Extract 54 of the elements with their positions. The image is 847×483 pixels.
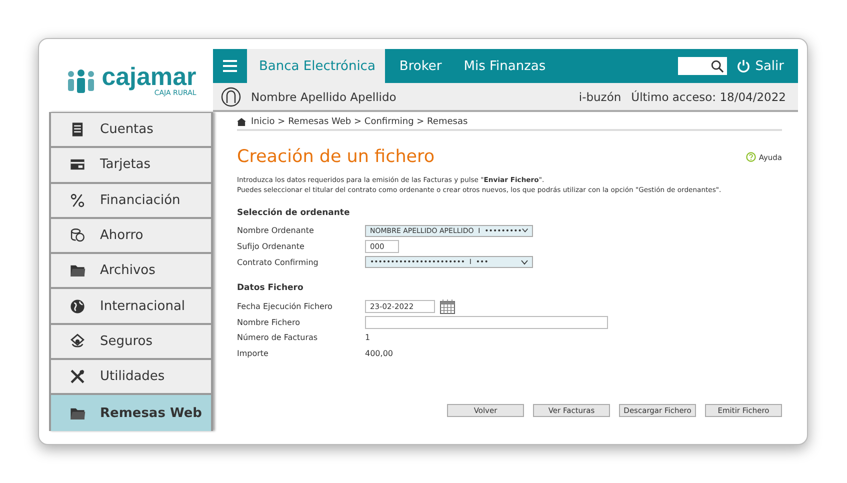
field-label: Fecha Ejecución Fichero xyxy=(237,302,334,311)
brand-name: cajamar xyxy=(102,64,196,90)
sidebar-label: Utilidades xyxy=(100,369,165,384)
field-label: Sufijo Ordenante xyxy=(237,242,306,252)
globe-icon xyxy=(69,298,86,315)
breadcrumb-trail: Inicio > Remesas Web > Confirming > Remesas xyxy=(251,117,468,127)
sidebar-label: Ahorro xyxy=(100,228,144,244)
sidebar-item[interactable]: Cuentas xyxy=(51,113,213,148)
coins-icon xyxy=(69,227,86,244)
input-field[interactable] xyxy=(365,316,608,329)
sidebar-label: Archivos xyxy=(100,263,156,278)
help-icon xyxy=(746,152,756,162)
user-name: Nombre Apellido Apellido xyxy=(251,90,396,104)
field-label: Importe xyxy=(237,349,270,358)
last-access: Último acceso: 18/04/2022 xyxy=(631,90,786,104)
field-label: Contrato Confirming xyxy=(237,258,320,267)
sidebar-item[interactable]: Utilidades xyxy=(51,360,213,396)
sidebar-item[interactable]: Tarjetas xyxy=(51,148,213,184)
tools-icon xyxy=(69,368,86,386)
sidebar-item[interactable]: Seguros xyxy=(51,324,213,360)
sidebar-item[interactable]: Remesas Web xyxy=(51,395,213,431)
percent-icon xyxy=(69,192,86,209)
page-title: Creación de un fichero xyxy=(237,147,435,167)
logout-button[interactable]: Salir xyxy=(737,49,798,83)
field-label: Número de Facturas xyxy=(237,333,319,342)
sidebar-label: Financiación xyxy=(100,192,180,208)
nav-tab[interactable]: Broker xyxy=(387,49,452,83)
search-icon xyxy=(711,60,724,72)
user-avatar-icon xyxy=(221,86,241,106)
power-icon xyxy=(737,59,750,73)
sidebar-item[interactable]: Financiación xyxy=(51,184,213,219)
home-icon xyxy=(237,118,246,126)
section-title: Selección de ordenante xyxy=(237,208,351,218)
search-field[interactable] xyxy=(678,57,728,75)
sidebar-item[interactable]: Internacional xyxy=(51,289,213,325)
chevron-down-icon xyxy=(521,260,528,265)
sidebar-item[interactable]: Archivos xyxy=(51,254,213,290)
sidebar-label: Cuentas xyxy=(100,122,154,138)
sidebar-item[interactable]: Ahorro xyxy=(51,218,213,254)
field-value: 1 xyxy=(365,333,372,342)
section-title: Datos Fichero xyxy=(237,283,304,294)
sidebar-label: Remesas Web xyxy=(100,406,202,421)
calendar-icon[interactable] xyxy=(440,298,455,314)
nav-tab[interactable]: Mis Finanzas xyxy=(452,49,556,83)
field-value: 400,00 xyxy=(365,349,394,358)
field-label: Nombre Ordenante xyxy=(237,226,315,236)
mailbox-link[interactable]: i-buzón xyxy=(578,90,622,104)
sidebar-label: Seguros xyxy=(100,334,153,349)
chevron-down-icon xyxy=(522,228,528,234)
sidebar-label: Internacional xyxy=(100,298,186,314)
people-logo-icon xyxy=(66,68,96,92)
sidebar-label: Tarjetas xyxy=(100,157,151,172)
field-label: Nombre Fichero xyxy=(237,318,301,327)
nav-tab[interactable]: Banca Electrónica xyxy=(247,49,386,83)
